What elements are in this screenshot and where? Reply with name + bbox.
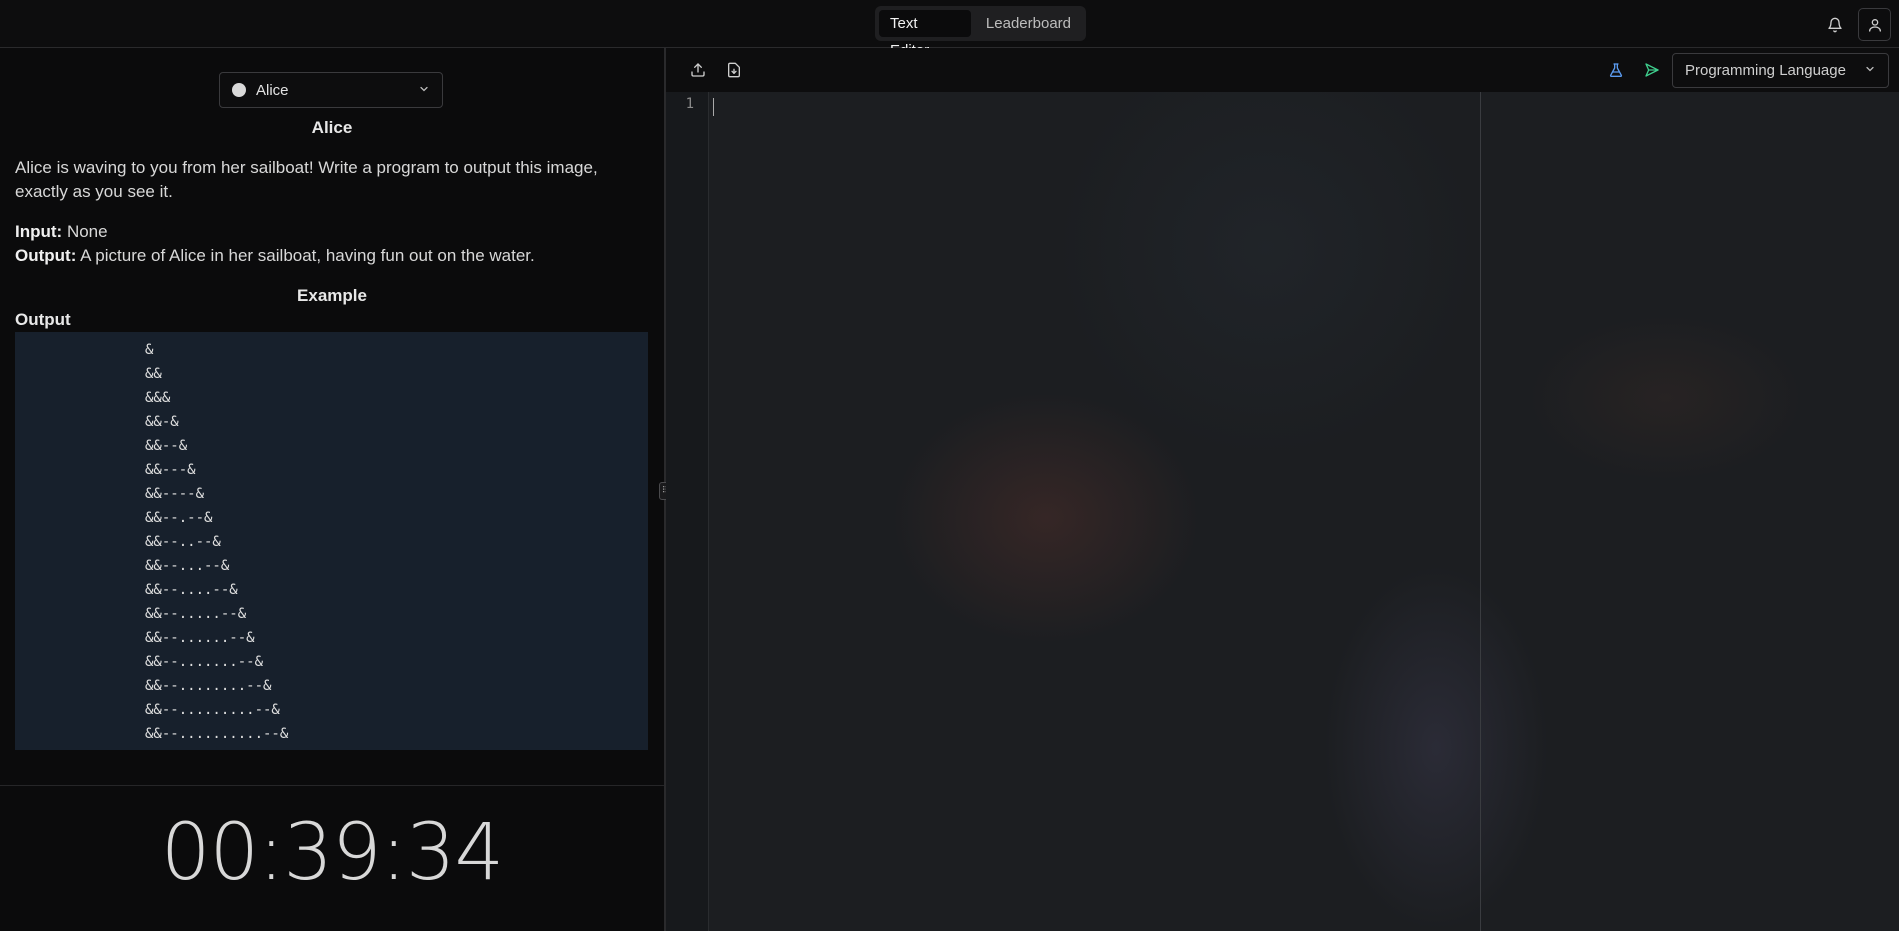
output-line: &&----&: [145, 486, 205, 502]
problem-io: Input: None Output: A picture of Alice i…: [15, 220, 645, 268]
chevron-down-icon: [1864, 62, 1876, 79]
output-line: &: [145, 342, 154, 358]
user-icon: [1868, 18, 1881, 32]
run-tests-button[interactable]: [1604, 58, 1628, 82]
example-title: Example: [297, 286, 367, 305]
submit-button[interactable]: [1640, 58, 1664, 82]
output-line: &&--&: [145, 438, 188, 454]
code-editor-panel: Programming Language 1: [666, 48, 1899, 931]
output-spec: Output: A picture of Alice in her sailbo…: [15, 244, 645, 268]
output-line: &&--...--&: [145, 558, 230, 574]
problem-title: Alice: [311, 118, 353, 137]
bell-icon: [1827, 17, 1842, 32]
countdown-timer: 00:39:34: [160, 808, 504, 898]
output-line: &&---&: [145, 462, 196, 478]
import-file-button[interactable]: [722, 58, 746, 82]
input-label: Input:: [15, 222, 63, 241]
tab-leaderboard[interactable]: Leaderboard: [975, 10, 1082, 37]
user-menu-button[interactable]: [1858, 8, 1891, 41]
output-line: &&--.........--&: [145, 702, 280, 718]
example-output-box: & && &&& &&-& &&--& &&---& &&----& &&--.…: [15, 332, 648, 750]
chevron-down-icon: [418, 82, 430, 99]
output-line: &&--..........--&: [145, 726, 289, 742]
output-line: &&: [145, 366, 162, 382]
editor-toolbar: Programming Language: [666, 48, 1899, 92]
output-line: &&--.......--&: [145, 654, 264, 670]
problem-description: Alice is waving to you from her sailboat…: [15, 158, 598, 201]
status-dot: [232, 83, 246, 97]
language-select[interactable]: Programming Language: [1672, 53, 1889, 88]
language-select-placeholder: Programming Language: [1685, 62, 1846, 79]
output-line: &&-&: [145, 414, 179, 430]
input-spec: Input: None: [15, 220, 645, 244]
test-flask-icon: [1609, 63, 1623, 77]
submit-send-icon: [1645, 63, 1659, 77]
output-line: &&--........--&: [145, 678, 272, 694]
output-value: A picture of Alice in her sailboat, havi…: [80, 246, 535, 265]
upload-button[interactable]: [686, 58, 710, 82]
column-ruler: [1480, 92, 1481, 931]
problem-panel: Alice Alice Alice is waving to you from …: [0, 48, 664, 931]
input-value: None: [66, 222, 108, 241]
notifications-button[interactable]: [1818, 8, 1851, 41]
problem-select[interactable]: Alice: [219, 72, 443, 108]
output-line: &&--......--&: [145, 630, 255, 646]
line-number-gutter: [666, 92, 709, 931]
output-line: &&--.....--&: [145, 606, 247, 622]
line-number: 1: [685, 96, 694, 112]
example-output-label: Output: [15, 310, 71, 329]
import-file-icon: [728, 62, 740, 78]
output-line: &&--..--&: [145, 534, 221, 550]
output-line: &&--.--&: [145, 510, 213, 526]
output-line: &&&: [145, 390, 171, 406]
tab-text-editor[interactable]: Text Editor: [879, 10, 971, 59]
top-bar: Text Editor Leaderboard: [0, 0, 1899, 59]
panel-divider: [0, 785, 664, 786]
problem-select-value: Alice: [256, 81, 289, 99]
output-line: &&--....--&: [145, 582, 238, 598]
upload-icon: [691, 63, 705, 77]
view-tabs: Text Editor Leaderboard: [875, 6, 1086, 59]
output-label: Output:: [15, 246, 77, 265]
text-cursor[interactable]: [713, 98, 714, 116]
